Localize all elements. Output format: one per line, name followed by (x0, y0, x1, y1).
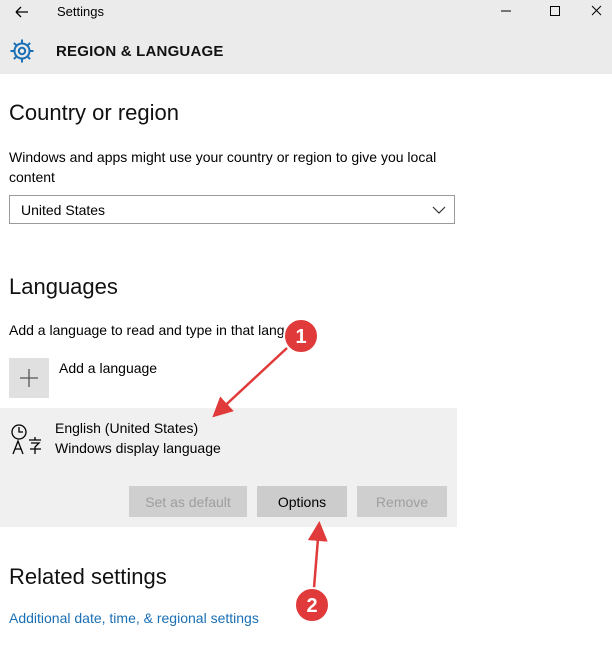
page-title: REGION & LANGUAGE (56, 43, 224, 60)
minimize-icon (501, 10, 511, 12)
languages-description: Add a language to read and type in that … (9, 322, 316, 338)
title-bar: Settings REGION & LANGUAGE (0, 0, 612, 74)
country-select[interactable]: United States (9, 195, 455, 224)
annotation-marker-2: 2 (294, 587, 330, 623)
remove-button[interactable]: Remove (357, 486, 447, 517)
chevron-down-icon (432, 206, 446, 214)
language-subtitle: Windows display language (55, 440, 221, 456)
languages-heading: Languages (9, 274, 118, 299)
options-button[interactable]: Options (257, 486, 347, 517)
annotation-marker-2-label: 2 (306, 595, 317, 617)
annotation-arrow-1 (212, 347, 288, 418)
maximize-icon (550, 6, 560, 16)
related-settings-heading: Related settings (9, 564, 167, 589)
country-select-value: United States (21, 202, 106, 218)
gear-icon (9, 38, 35, 64)
set-as-default-button[interactable]: Set as default (129, 486, 247, 517)
country-description: Windows and apps might use your country … (9, 149, 437, 185)
minimize-button[interactable] (490, 0, 522, 22)
add-language-label[interactable]: Add a language (59, 360, 157, 376)
close-button[interactable] (584, 0, 612, 22)
language-name: English (United States) (55, 420, 199, 436)
close-icon (591, 5, 602, 16)
back-arrow-icon (15, 6, 28, 18)
country-heading: Country or region (9, 100, 179, 125)
maximize-button[interactable] (538, 0, 570, 22)
language-icon (10, 423, 44, 457)
window-title: Settings (57, 4, 104, 19)
annotation-arrow-2 (307, 521, 328, 589)
additional-settings-link[interactable]: Additional date, time, & regional settin… (9, 610, 259, 626)
plus-icon (20, 369, 38, 387)
back-button[interactable] (9, 2, 33, 22)
add-language-button[interactable] (9, 358, 49, 398)
